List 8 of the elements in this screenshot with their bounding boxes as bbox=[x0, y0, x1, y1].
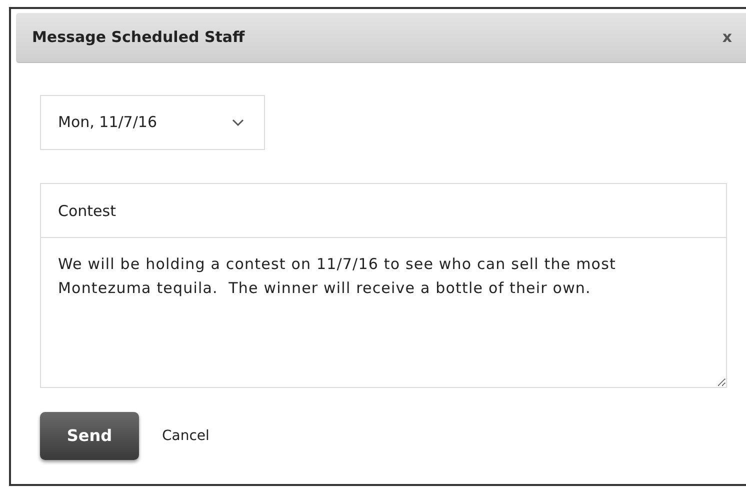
cancel-link[interactable]: Cancel bbox=[162, 426, 210, 446]
send-button[interactable]: Send bbox=[40, 412, 139, 460]
date-dropdown[interactable]: Mon, 11/7/16 bbox=[40, 95, 265, 150]
subject-field[interactable]: Contest bbox=[40, 183, 727, 238]
dialog-title: Message Scheduled Staff bbox=[32, 27, 245, 48]
close-button[interactable]: x bbox=[722, 30, 732, 45]
message-field[interactable]: We will be holding a contest on 11/7/16 to see who can sell the most Montezuma tequila. The winner will receive a bottle of their own. bbox=[40, 238, 727, 388]
chevron-down-icon bbox=[232, 118, 244, 126]
